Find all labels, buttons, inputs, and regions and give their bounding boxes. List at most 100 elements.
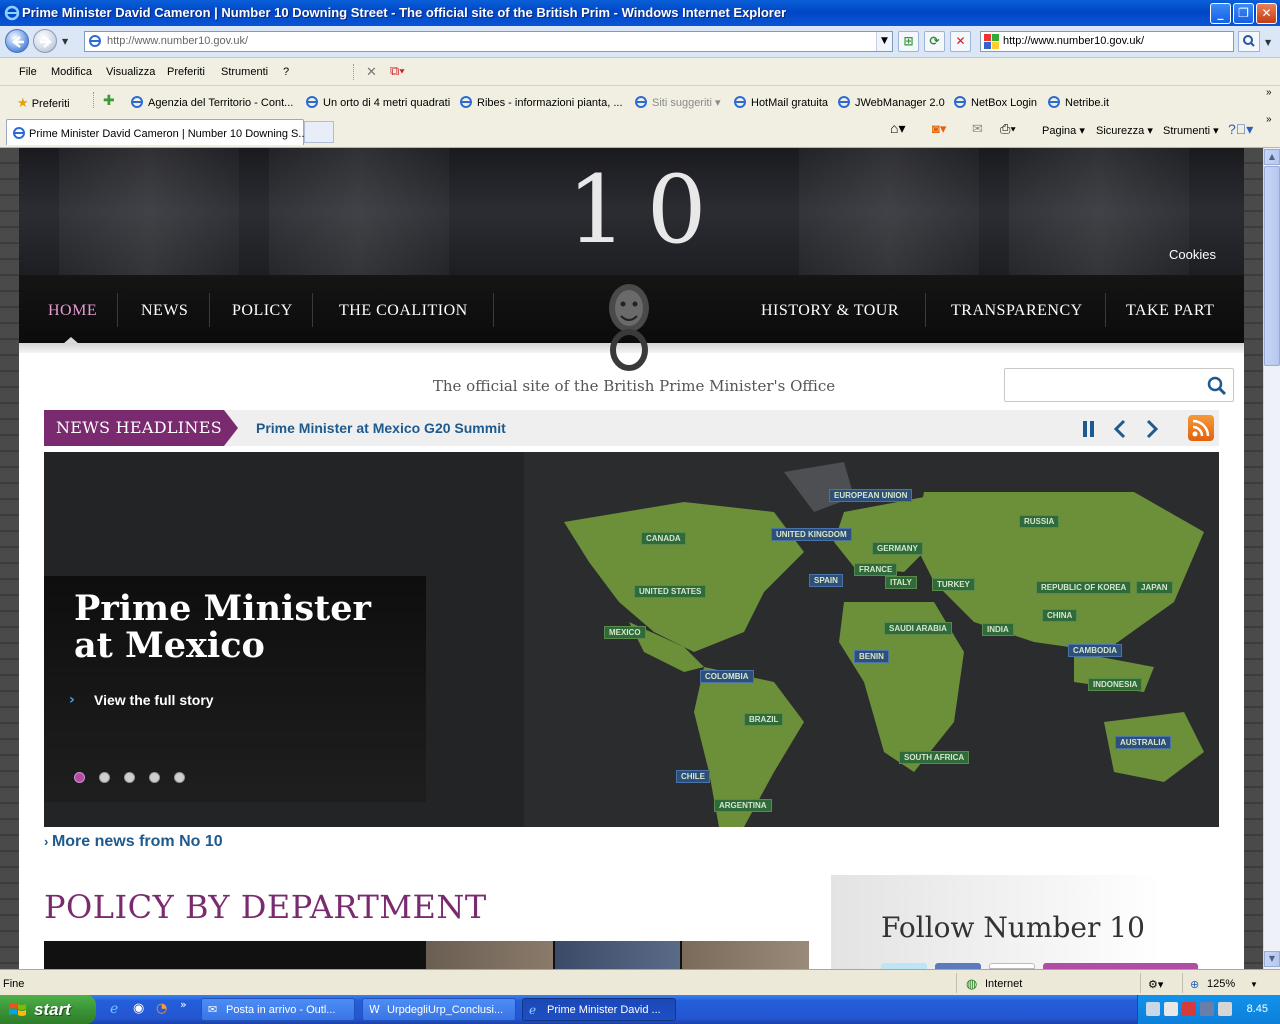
fav-suggested-sites[interactable]: Siti suggeriti ▾ — [634, 95, 721, 109]
nav-history-tour[interactable]: HISTORY & TOUR — [761, 302, 899, 320]
headline-link[interactable]: Prime Minister at Mexico G20 Summit — [256, 420, 506, 436]
usb-icon[interactable] — [1218, 1002, 1232, 1016]
rss-feeds-icon[interactable]: ◙▾ — [932, 121, 946, 137]
carousel-dot[interactable] — [174, 772, 185, 783]
globe-icon: ◍ — [966, 976, 978, 991]
web-page: 10 Cookies HOME NEWS POLICY THE COALITIO… — [19, 148, 1244, 969]
favorites-button[interactable]: ★ Preferiti — [17, 95, 70, 111]
scroll-down-icon[interactable]: ▼ — [1264, 951, 1280, 967]
tab-active[interactable]: Prime Minister David Cameron | Number 10… — [6, 119, 308, 145]
carousel-dot[interactable] — [124, 772, 135, 783]
volume-icon[interactable] — [1164, 1002, 1178, 1016]
ie-page-icon — [306, 96, 318, 108]
close-toolbar-icon[interactable]: ✕ — [366, 64, 377, 80]
nav-news[interactable]: NEWS — [141, 302, 188, 320]
translate-icon[interactable]: ⧉▾ — [390, 63, 405, 79]
zoom-dropdown-icon[interactable]: ▼ — [1250, 980, 1258, 989]
minimize-button[interactable]: _ — [1210, 3, 1231, 24]
mail-icon[interactable]: ✉ — [972, 121, 983, 137]
carousel-dot[interactable] — [149, 772, 160, 783]
carousel-dot[interactable] — [99, 772, 110, 783]
address-dropdown-icon[interactable]: ▼ — [876, 32, 892, 51]
search-input[interactable]: http://www.number10.gov.uk/ — [980, 31, 1234, 52]
toolbar-grip[interactable] — [353, 64, 356, 80]
quicklaunch-overflow-icon[interactable]: » — [180, 998, 187, 1011]
cookies-link[interactable]: Cookies — [1169, 247, 1216, 262]
fav-link[interactable]: Un orto di 4 metri quadrati — [305, 95, 450, 109]
fav-link[interactable]: HotMail gratuita — [733, 95, 828, 109]
refresh-icon[interactable]: ⟳ — [924, 31, 945, 52]
quicklaunch-firefox-icon[interactable]: ◔ — [156, 1001, 167, 1016]
scroll-up-icon[interactable]: ▲ — [1264, 149, 1280, 165]
quicklaunch-outlook-icon[interactable]: ◉ — [133, 1001, 144, 1016]
start-button[interactable]: start — [0, 995, 96, 1024]
policy-image[interactable] — [426, 941, 553, 969]
quicklaunch-ie-icon[interactable]: ℯ — [110, 1001, 118, 1017]
network-icon[interactable] — [1146, 1002, 1160, 1016]
favbar-grip[interactable] — [93, 92, 96, 108]
windows-logo-icon — [9, 1003, 26, 1016]
hero-view-story-link[interactable]: View the full story — [94, 692, 214, 708]
page-menu[interactable]: Pagina ▾ — [1042, 124, 1085, 137]
pause-icon[interactable] — [1078, 418, 1100, 440]
search-button[interactable] — [1238, 31, 1260, 52]
zoom-level[interactable]: 125% — [1207, 978, 1235, 990]
hero-carousel[interactable]: EUROPEAN UNION RUSSIA CANADA UNITED KING… — [44, 452, 1219, 827]
compatibility-icon[interactable]: ⊞ — [898, 31, 919, 52]
site-search-input[interactable] — [1004, 368, 1234, 402]
search-icon[interactable] — [1207, 376, 1227, 396]
help-icon[interactable]: ?⃝▾ — [1228, 121, 1253, 138]
display-icon[interactable] — [1200, 1002, 1214, 1016]
fav-link[interactable]: Ribes - informazioni pianta, ... — [459, 95, 623, 109]
task-ie[interactable]: ℯ Prime Minister David ... — [522, 998, 676, 1021]
more-news-link[interactable]: › More news from No 10 — [44, 833, 223, 851]
close-window-button[interactable]: ✕ — [1256, 3, 1277, 24]
forward-button[interactable] — [33, 29, 57, 53]
command-overflow-icon[interactable]: » — [1266, 114, 1272, 125]
new-tab-button[interactable] — [304, 121, 334, 143]
fav-link[interactable]: NetBox Login — [953, 95, 1037, 109]
back-button[interactable] — [5, 29, 29, 53]
policy-image[interactable] — [555, 941, 680, 969]
fav-link[interactable]: Agenzia del Territorio - Cont... — [130, 95, 293, 109]
history-dropdown-icon[interactable]: ▼ — [62, 37, 68, 46]
favbar-overflow-icon[interactable]: » — [1266, 87, 1272, 98]
zoom-icon[interactable]: ⊕ — [1190, 978, 1199, 991]
scroll-thumb[interactable] — [1264, 166, 1280, 366]
fav-link[interactable]: JWebManager 2.0 — [837, 95, 945, 109]
maximize-button[interactable]: ❐ — [1233, 3, 1254, 24]
site-logo[interactable]: 10 — [567, 156, 727, 265]
previous-icon[interactable] — [1110, 418, 1132, 440]
antivirus-icon[interactable] — [1182, 1002, 1196, 1016]
menu-edit[interactable]: Modifica — [51, 66, 92, 78]
nav-transparency[interactable]: TRANSPARENCY — [951, 302, 1083, 320]
print-icon[interactable]: ⎙▾ — [1000, 121, 1016, 137]
search-options-icon[interactable]: ▼ — [1265, 38, 1271, 47]
task-outlook[interactable]: ✉ Posta in arrivo - Outl... — [201, 998, 355, 1021]
policy-image[interactable] — [682, 941, 809, 969]
menu-help[interactable]: ? — [283, 66, 289, 78]
rss-button[interactable] — [1188, 415, 1214, 441]
nav-policy[interactable]: POLICY — [232, 302, 293, 320]
menu-view[interactable]: Visualizza — [106, 66, 155, 78]
security-menu[interactable]: Sicurezza ▾ — [1096, 124, 1153, 137]
next-icon[interactable] — [1140, 418, 1162, 440]
hero-title[interactable]: Prime Minister at Mexico — [74, 590, 414, 664]
protected-mode-icon[interactable]: ⚙▾ — [1148, 978, 1163, 991]
menu-tools[interactable]: Strumenti — [221, 66, 268, 78]
carousel-dot[interactable] — [74, 772, 85, 783]
nav-home[interactable]: HOME — [48, 302, 97, 320]
menu-file[interactable]: File — [19, 66, 37, 78]
vertical-scrollbar[interactable]: ▲ ▼ — [1263, 148, 1280, 969]
nav-coalition[interactable]: THE COALITION — [339, 302, 468, 320]
stop-icon[interactable]: ✕ — [950, 31, 971, 52]
nav-take-part[interactable]: TAKE PART — [1126, 302, 1214, 320]
home-icon[interactable]: ⌂▾ — [890, 120, 905, 137]
ie-icon: ℯ — [529, 1003, 537, 1017]
add-favorite-icon[interactable]: ✚ — [103, 92, 115, 109]
fav-link[interactable]: Netribe.it — [1047, 95, 1109, 109]
task-word[interactable]: W UrpdegliUrp_Conclusi... — [362, 998, 516, 1021]
tools-menu[interactable]: Strumenti ▾ — [1163, 124, 1219, 137]
address-input[interactable]: http://www.number10.gov.uk/ ▼ — [84, 31, 893, 52]
menu-favorites[interactable]: Preferiti — [167, 66, 205, 78]
